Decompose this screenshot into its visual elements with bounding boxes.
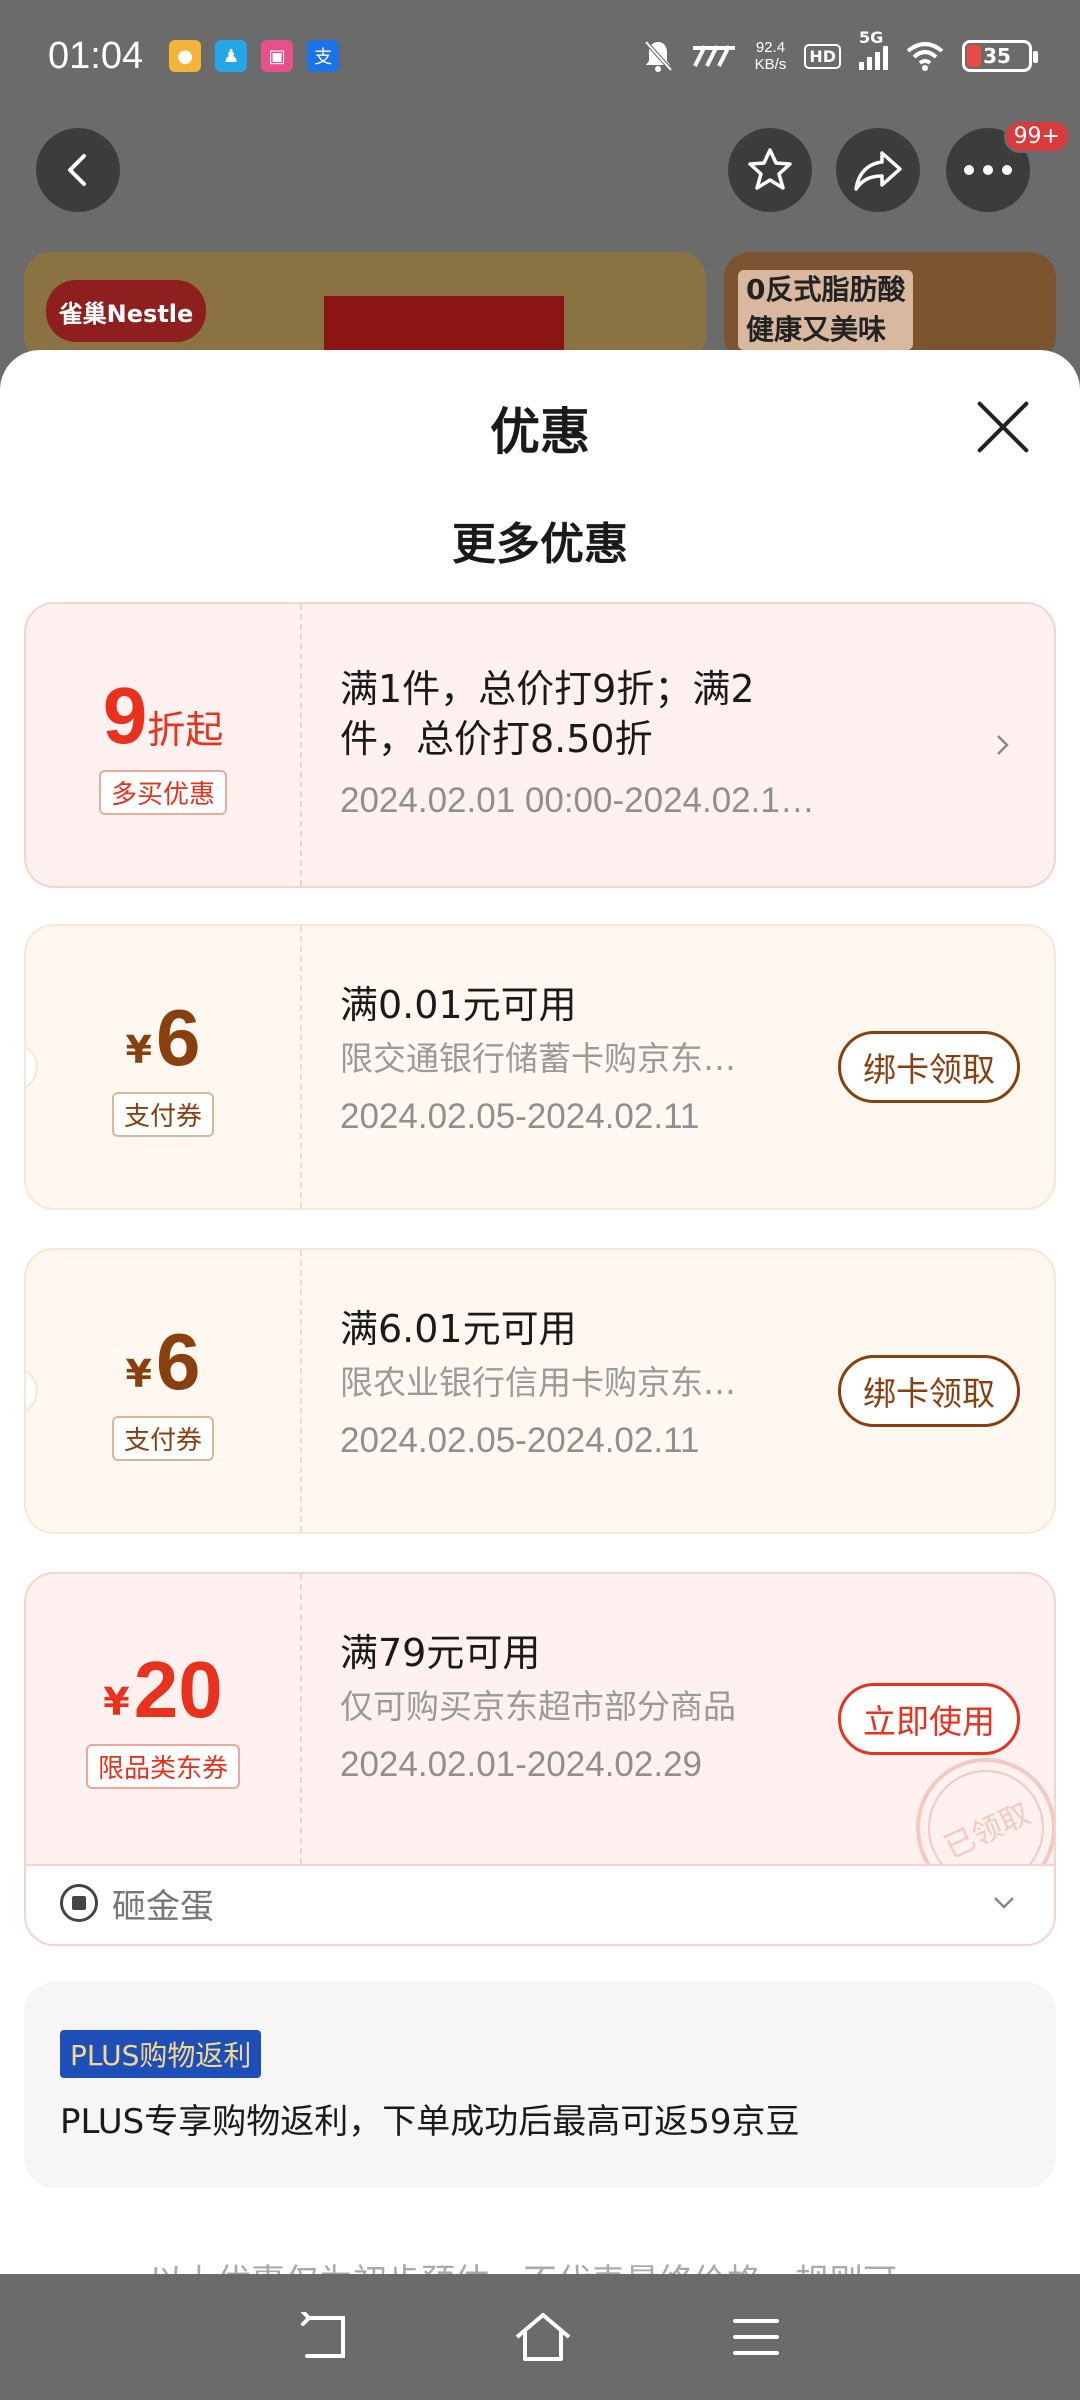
currency-symbol: ¥ (103, 1679, 130, 1724)
offer-card-category-coupon: ¥20 限品类东券 满79元可用 仅可购买京东超市部分商品 2024.02.01… (24, 1572, 1056, 1866)
back-button[interactable] (36, 128, 120, 212)
status-time: 01:04 (48, 34, 144, 77)
plus-rebate-text: PLUS专享购物返利，下单成功后最高可返59京豆 (60, 2102, 800, 2142)
share-button[interactable] (836, 128, 920, 212)
status-indicators: 92.4 KB/s HD 5G 35 (643, 28, 1038, 73)
offer-description: 限交通银行储蓄卡购京东… (340, 1039, 736, 1078)
offer-value: 9折起 多买优惠 (26, 604, 302, 886)
hd-badge: HD (804, 43, 841, 69)
banner-slogan-line2: 健康又美味 (746, 313, 887, 346)
offer-title: 满6.01元可用 (340, 1307, 577, 1351)
offer-value: ¥6 支付券 (26, 926, 302, 1208)
offer-amount: 9 (102, 670, 148, 760)
chevron-down-icon (994, 1897, 1014, 1909)
offer-title: 满0.01元可用 (340, 983, 577, 1027)
offer-amount-group: 9折起 (103, 675, 224, 756)
offer-card-coupon: ¥6 支付券 满0.01元可用 限交通银行储蓄卡购京东… 2024.02.05-… (24, 924, 1056, 1210)
bilibili-icon: ▣ (261, 40, 294, 72)
battery-icon: 35 (962, 40, 1038, 72)
sheet-title: 优惠 (490, 403, 590, 461)
product-banner-left: 雀巢Nestle (24, 252, 706, 362)
star-icon (748, 148, 792, 190)
back-arrow-icon (68, 154, 86, 186)
network-speed: 92.4 KB/s (755, 39, 787, 73)
offer-date: 2024.02.01 00:00-2024.02.1… (340, 781, 815, 820)
favorite-button[interactable] (728, 128, 812, 212)
home-nav-icon[interactable] (513, 2311, 573, 2363)
share-icon (854, 151, 902, 191)
notification-icons: ● ♟ ▣ 支 (169, 40, 340, 72)
offer-amount: 6 (155, 992, 201, 1082)
alipay-icon: 支 (307, 40, 340, 72)
wifi-icon (906, 42, 944, 71)
app-notification-icon: ● (169, 40, 202, 72)
product-banner-right: 0反式脂肪酸 健康又美味 (724, 252, 1056, 362)
offer-tag: 支付券 (111, 1091, 214, 1137)
system-nav-bar (0, 2274, 1080, 2400)
offer-card-coupon: ¥6 支付券 满6.01元可用 限农业银行信用卡购京东… 2024.02.05-… (24, 1248, 1056, 1534)
offer-value: ¥6 支付券 (26, 1250, 302, 1532)
section-title: 更多优惠 (452, 519, 628, 570)
offer-title-line2: 件，总价打8.50折 (340, 717, 653, 761)
signal-group: 5G (859, 28, 888, 70)
offer-description: 仅可购买京东超市部分商品 (340, 1687, 736, 1726)
offer-tag: 限品类东券 (85, 1743, 240, 1789)
bind-card-claim-button[interactable]: 绑卡领取 (838, 1355, 1020, 1427)
data-saver-icon (692, 45, 735, 67)
banner-slogan-line1: 0反式脂肪酸 (746, 273, 906, 306)
menu-nav-icon[interactable] (731, 2317, 781, 2357)
offer-title: 满79元可用 (340, 1631, 541, 1675)
disclaimer-note: 以上优惠仅为初步预估，不代表最终价格，规则可… (0, 2254, 1080, 2274)
offer-card-multibuy[interactable]: 9折起 多买优惠 满1件，总价打9折；满2 件，总价打8.50折 2024.02… (24, 602, 1056, 888)
offer-value: ¥20 限品类东券 (26, 1574, 302, 1864)
qq-icon: ♟ (215, 40, 248, 72)
smash-egg-row[interactable]: 砸金蛋 (24, 1862, 1056, 1946)
offer-amount: 6 (155, 1316, 201, 1406)
back-nav-icon[interactable] (299, 2312, 355, 2362)
speed-unit: KB/s (754, 56, 787, 73)
message-count-badge: 99+ (1003, 120, 1070, 153)
offer-description: 限农业银行信用卡购京东… (340, 1363, 736, 1402)
plus-rebate-badge: PLUS购物返利 (60, 2030, 262, 2078)
chevron-right-icon (997, 735, 1009, 755)
offer-tag: 支付券 (111, 1415, 214, 1461)
golden-egg-icon (60, 1884, 98, 1922)
close-icon[interactable] (974, 398, 1032, 456)
offer-suffix: 折起 (147, 707, 224, 752)
offer-tag: 多买优惠 (98, 769, 227, 815)
offer-amount-group: ¥20 (103, 1649, 222, 1730)
status-bar: 01:04 ● ♟ ▣ 支 92.4 KB/s HD 5G 35 (0, 0, 1080, 112)
nestle-logo: 雀巢Nestle (46, 280, 206, 342)
offer-amount-group: ¥6 (125, 997, 201, 1078)
plus-rebate-card: PLUS购物返利 PLUS专享购物返利，下单成功后最高可返59京豆 (24, 1982, 1056, 2188)
smash-egg-label: 砸金蛋 (112, 1886, 214, 1927)
speed-value: 92.4 (755, 39, 786, 56)
offer-title-line1: 满1件，总价打9折；满2 (340, 667, 755, 711)
top-nav: 99+ (0, 120, 1080, 214)
currency-symbol: ¥ (125, 1351, 152, 1396)
currency-symbol: ¥ (125, 1027, 152, 1072)
offer-amount: 20 (133, 1644, 223, 1734)
bind-card-claim-button[interactable]: 绑卡领取 (838, 1031, 1020, 1103)
offer-details: 满1件，总价打9折；满2 件，总价打8.50折 2024.02.01 00:00… (340, 604, 1054, 886)
mute-bell-icon (644, 40, 673, 72)
use-now-button[interactable]: 立即使用 (838, 1683, 1020, 1755)
network-type: 5G (859, 28, 884, 47)
banner-slogan: 0反式脂肪酸 健康又美味 (738, 270, 914, 350)
battery-level: 35 (983, 44, 1011, 68)
more-button[interactable]: 99+ (946, 120, 1070, 212)
more-dots-icon (964, 165, 1012, 175)
offer-amount-group: ¥6 (125, 1321, 201, 1402)
promotions-sheet: 优惠 更多优惠 9折起 多买优惠 满1件，总价打9折；满2 件，总价打8.50折… (0, 350, 1080, 2274)
